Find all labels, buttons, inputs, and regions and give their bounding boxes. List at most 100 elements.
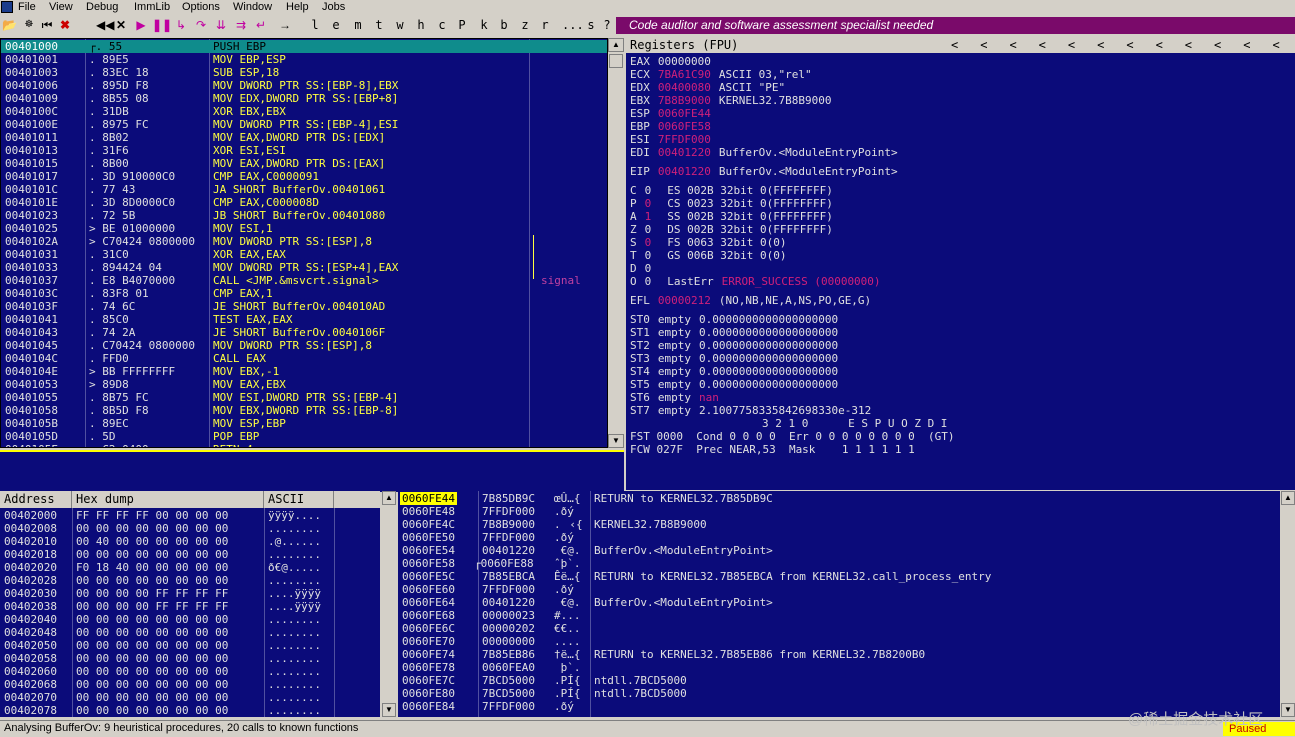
disasm-row[interactable]: 0040103C . 83F8 01 CMP EAX,1	[1, 287, 607, 300]
disasm-row[interactable]: 0040100E . 8975 FC MOV DWORD PTR SS:[EBP-4…	[1, 118, 607, 131]
disasm-row[interactable]: 00401031 . 31C0 XOR EAX,EAX	[1, 248, 607, 261]
register-esp[interactable]: ESP 0060FE44	[630, 107, 711, 120]
register-eax[interactable]: EAX 00000000	[630, 55, 711, 68]
disasm-row[interactable]: 0040105B . 89EC MOV ESP,EBP	[1, 417, 607, 430]
fpu-st4[interactable]: ST4 empty 0.0000000000000000000	[630, 365, 838, 378]
fpu-value[interactable]: 2.1007758335842698330e-312	[699, 404, 871, 417]
flag-value[interactable]: 0	[645, 249, 652, 262]
disasm-row[interactable]: 0040102A > C70424 0800000 MOV DWORD PTR SS…	[1, 235, 607, 248]
disasm-row[interactable]: 00401009 . 8B55 08 MOV EDX,DWORD PTR SS:[E…	[1, 92, 607, 105]
stack-pane[interactable]: 0060FE44 7B85DB9C œÛ…{RETURN to KERNEL32.7…	[398, 491, 1280, 717]
stack-row[interactable]: 0060FE60 7FFDF000 .ðý	[398, 583, 1280, 596]
disasm-row[interactable]: 00401041 . 85C0 TEST EAX,EAX	[1, 313, 607, 326]
register-value[interactable]: 00000212	[658, 294, 711, 307]
disasm-row[interactable]: 00401053 > 89D8 MOV EAX,EBX	[1, 378, 607, 391]
disasm-row[interactable]: 00401003 . 83EC 18 SUB ESP,18	[1, 66, 607, 79]
scroll-up-icon[interactable]: ▲	[608, 38, 624, 52]
dump-col-hex[interactable]: Hex dump	[72, 491, 264, 508]
flag-value[interactable]: 0	[645, 236, 652, 249]
flag-d[interactable]: D0	[630, 262, 651, 275]
disasm-row[interactable]: 00401006 . 895D F8 MOV DWORD PTR SS:[EBP-8…	[1, 79, 607, 92]
register-value[interactable]: 7BA61C90	[658, 68, 711, 81]
fpu-value[interactable]: nan	[699, 391, 719, 404]
stack-row[interactable]: 0060FE7C 7BCD5000 .PÍ{ntdll.7BCD5000	[398, 674, 1280, 687]
fpu-st5[interactable]: ST5 empty 0.0000000000000000000	[630, 378, 838, 391]
register-ecx[interactable]: ECX 7BA61C90 ASCII 03,"rel"	[630, 68, 812, 81]
register-value[interactable]: 00400080	[658, 81, 711, 94]
stack-row[interactable]: 0060FE58 ┌0060FE88 ˆþ`.	[398, 557, 1280, 570]
toolbar-window-?-button[interactable]: ?	[600, 17, 614, 33]
register-efl[interactable]: EFL 00000212 (NO,NB,NE,A,NS,PO,GE,G)	[630, 294, 871, 307]
stack-row[interactable]: 0060FE68 00000023 #...	[398, 609, 1280, 622]
stack-row[interactable]: 0060FE74 7B85EB86 †ë…{RETURN to KERNEL32.7…	[398, 648, 1280, 661]
disasm-row[interactable]: 00401043 . 74 2A JE SHORT BufferOv.0040106…	[1, 326, 607, 339]
toolbar-window-z-button[interactable]: z	[518, 17, 532, 33]
close-process-icon[interactable]: ✖	[58, 17, 72, 33]
disasm-row[interactable]: 00401001 . 89E5 MOV EBP,ESP	[1, 53, 607, 66]
stack-row[interactable]: 0060FE78 0060FEA0 þ`.	[398, 661, 1280, 674]
dump-row[interactable]: 00402058 00 00 00 00 00 00 00 00........	[0, 652, 380, 665]
register-ebp[interactable]: EBP 0060FE58	[630, 120, 711, 133]
dump-row[interactable]: 00402008 00 00 00 00 00 00 00 00........	[0, 522, 380, 535]
stack-scroll-up-icon[interactable]: ▲	[1281, 491, 1295, 505]
fpu-value[interactable]: 0.0000000000000000000	[699, 326, 838, 339]
flag-value[interactable]: 0	[645, 184, 652, 197]
dump-row[interactable]: 00402060 00 00 00 00 00 00 00 00........	[0, 665, 380, 678]
fpu-status-word[interactable]: FST 0000 Cond 0 0 0 0 Err 0 0 0 0 0 0 0 …	[630, 430, 955, 443]
register-value[interactable]: 0060FE58	[658, 120, 711, 133]
disasm-row[interactable]: 00401045 . C70424 0800000 MOV DWORD PTR SS…	[1, 339, 607, 352]
stack-row[interactable]: 0060FE80 7BCD5000 .PÍ{ntdll.7BCD5000	[398, 687, 1280, 700]
disasm-row[interactable]: 00401023 . 72 5B JB SHORT BufferOv.0040108…	[1, 209, 607, 222]
stack-row[interactable]: 0060FE70 00000000....	[398, 635, 1280, 648]
stack-row[interactable]: 0060FE44 7B85DB9C œÛ…{RETURN to KERNEL32.7…	[398, 492, 1280, 505]
stack-scrollbar[interactable]: ▲ ▼	[1281, 491, 1295, 717]
toolbar-window-b-button[interactable]: b	[497, 17, 511, 33]
disasm-row[interactable]: 00401017 . 3D 910000C0 CMP EAX,C0000091	[1, 170, 607, 183]
disasm-row[interactable]: 0040104C . FFD0 CALL EAX	[1, 352, 607, 365]
disasm-row[interactable]: 00401013 . 31F6 XOR ESI,ESI	[1, 144, 607, 157]
dump-row[interactable]: 00402068 00 00 00 00 00 00 00 00........	[0, 678, 380, 691]
fpu-st0[interactable]: ST0 empty 0.0000000000000000000	[630, 313, 838, 326]
register-edi[interactable]: EDI 00401220 BufferOv.<ModuleEntryPoint>	[630, 146, 898, 159]
dump-row[interactable]: 00402028 00 00 00 00 00 00 00 00........	[0, 574, 380, 587]
pause-icon[interactable]: ❚❚	[152, 17, 172, 33]
disasm-row[interactable]: 00401033 . 894424 04 MOV DWORD PTR SS:[ESP…	[1, 261, 607, 274]
register-value[interactable]: 00401220	[658, 165, 711, 178]
disasm-row[interactable]: 00401011 . 8B02 MOV EAX,DWORD PTR DS:[EDX]	[1, 131, 607, 144]
flag-t[interactable]: T 0 GS 006B 32bit 0(0)	[630, 249, 786, 262]
toolbar-window-c-button[interactable]: c	[435, 17, 449, 33]
trace-into-icon[interactable]: ⇊	[214, 17, 228, 33]
fpu-st7[interactable]: ST7 empty 2.1007758335842698330e-312	[630, 404, 871, 417]
disasm-row[interactable]: 0040105D . 5D POP EBP	[1, 430, 607, 443]
flag-value[interactable]: 0	[645, 223, 652, 236]
dump-scrollbar[interactable]: ▲ ▼	[382, 491, 396, 717]
fpu-value[interactable]: 0.0000000000000000000	[699, 378, 838, 391]
rewind-icon[interactable]: ◀◀	[96, 17, 114, 33]
menu-debug[interactable]: Debug	[86, 0, 118, 14]
register-eip[interactable]: EIP 00401220 BufferOv.<ModuleEntryPoint>	[630, 165, 898, 178]
stack-row[interactable]: 0060FE4C 7B8B9000 .‹{KERNEL32.7B8B9000	[398, 518, 1280, 531]
register-value[interactable]: 7B8B9000	[658, 94, 711, 107]
disasm-row[interactable]: 0040103F . 74 6C JE SHORT BufferOv.004010A…	[1, 300, 607, 313]
trace-over-icon[interactable]: ⇉	[234, 17, 248, 33]
disasm-row[interactable]: 00401058 . 8B5D F8 MOV EBX,DWORD PTR SS:[E…	[1, 404, 607, 417]
execute-till-return-icon[interactable]: ↵	[254, 17, 268, 33]
toolbar-window-w-button[interactable]: w	[393, 17, 407, 33]
disasm-row[interactable]: 0040101C . 77 43 JA SHORT BufferOv.0040106…	[1, 183, 607, 196]
flag-value[interactable]: 0	[645, 275, 652, 288]
toolbar-window-t-button[interactable]: t	[372, 17, 386, 33]
flag-a[interactable]: A 1 SS 002B 32bit 0(FFFFFFFF)	[630, 210, 833, 223]
fpu-value[interactable]: 0.0000000000000000000	[699, 339, 838, 352]
register-value[interactable]: 00000000	[658, 55, 711, 68]
dump-col-address[interactable]: Address	[0, 491, 72, 508]
disasm-row[interactable]: 00401025 > BE 01000000 MOV ESI,1	[1, 222, 607, 235]
menu-jobs[interactable]: Jobs	[322, 0, 345, 14]
menu-view[interactable]: View	[49, 0, 73, 14]
register-edx[interactable]: EDX 00400080 ASCII "PE"	[630, 81, 785, 94]
registers-header[interactable]: Registers (FPU) <<<<<<<<<<<<<<	[626, 38, 1295, 53]
app-icon[interactable]	[1, 1, 13, 13]
toolbar-window-l-button[interactable]: l	[308, 17, 322, 33]
toolbar-window-k-button[interactable]: k	[477, 17, 491, 33]
banner[interactable]: Code auditor and software assessment spe…	[616, 17, 1295, 34]
stack-row[interactable]: 0060FE54 00401220 €@. BufferOv.<ModuleEntr…	[398, 544, 1280, 557]
